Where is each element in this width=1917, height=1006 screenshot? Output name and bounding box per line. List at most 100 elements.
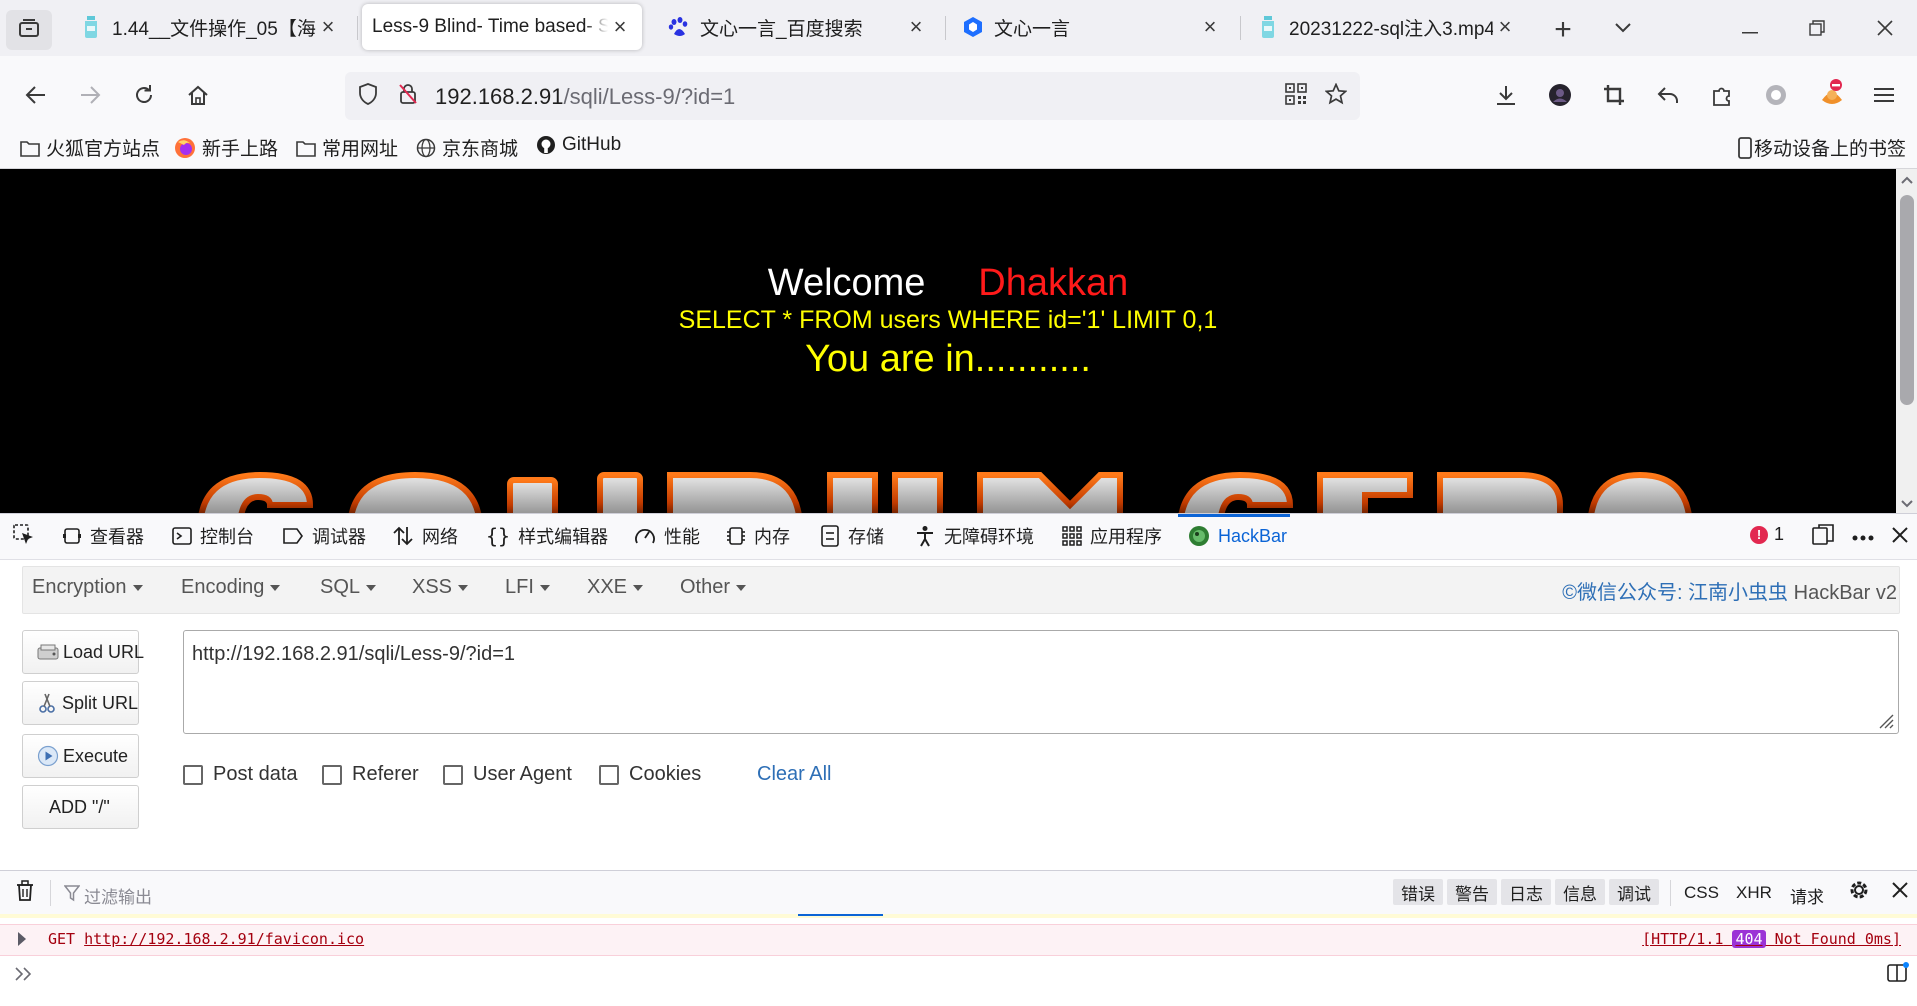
home-button[interactable]: [178, 78, 218, 116]
clear-all-link[interactable]: Clear All: [757, 763, 831, 786]
tab-4[interactable]: 文心一言 ×: [952, 4, 1232, 50]
devtools-tab-memory[interactable]: 内存: [726, 521, 790, 551]
hackbar-menu-xss[interactable]: XSS: [412, 576, 469, 599]
folder-icon: [20, 139, 40, 157]
devtools-tab-storage[interactable]: 存储: [820, 521, 884, 551]
hackbar-menu-other[interactable]: Other: [680, 576, 747, 599]
resize-grip-icon[interactable]: [1876, 711, 1894, 729]
fox-extension-button[interactable]: [1812, 74, 1852, 116]
insecure-connection-button[interactable]: [392, 80, 424, 112]
qr-code-button[interactable]: [1280, 80, 1312, 112]
tracking-protection-button[interactable]: [352, 80, 384, 112]
cookies-checkbox[interactable]: Cookies: [599, 763, 701, 786]
list-tabs-button[interactable]: [1605, 12, 1641, 48]
tab-overview-button[interactable]: [6, 10, 52, 50]
checkbox-box[interactable]: [599, 764, 619, 785]
devtools-tab-performance[interactable]: 性能: [634, 521, 700, 551]
account-button[interactable]: [1542, 78, 1578, 116]
hackbar-menu-encryption[interactable]: Encryption: [32, 576, 143, 599]
devtools-tab-style-editor[interactable]: {} 样式编辑器: [486, 521, 608, 551]
request-url-link[interactable]: http://192.168.2.91/favicon.ico: [84, 930, 364, 948]
reply-button[interactable]: [1650, 78, 1686, 116]
forward-button[interactable]: [70, 78, 110, 116]
error-status[interactable]: [HTTP/1.1 404 Not Found 0ms]: [1642, 930, 1901, 948]
filter-requests-toggle[interactable]: 请求: [1790, 883, 1824, 908]
checkbox-box[interactable]: [443, 764, 463, 785]
extension-circle-button[interactable]: [1758, 78, 1794, 116]
close-window-button[interactable]: [1865, 12, 1905, 48]
expand-caret-icon[interactable]: [18, 932, 26, 946]
user-agent-checkbox[interactable]: User Agent: [443, 763, 572, 786]
referer-checkbox[interactable]: Referer: [322, 763, 419, 786]
hackbar-menu-encoding[interactable]: Encoding: [181, 576, 281, 599]
extensions-button[interactable]: [1704, 78, 1740, 116]
minimize-button[interactable]: [1730, 12, 1770, 48]
bookmark-mobile[interactable]: 移动设备上的书签: [1738, 134, 1906, 161]
bookmark-github[interactable]: GitHub: [536, 134, 621, 156]
close-icon[interactable]: ×: [1493, 14, 1517, 40]
filter-xhr-toggle[interactable]: XHR: [1736, 883, 1772, 903]
devtools-tab-hackbar[interactable]: HackBar: [1188, 521, 1287, 551]
load-url-button[interactable]: Load URL: [22, 630, 144, 674]
hackbar-menu-lfi[interactable]: LFI: [505, 576, 550, 599]
devtools-tab-console[interactable]: 控制台: [172, 521, 254, 551]
filter-warnings-toggle[interactable]: 警告: [1447, 879, 1497, 905]
tab-1[interactable]: 1.44__文件操作_05【海量 ×: [70, 4, 350, 50]
url-text[interactable]: 192.168.2.91/sqli/Less-9/?id=1: [435, 84, 735, 110]
post-data-checkbox[interactable]: Post data: [183, 763, 298, 786]
devtools-close-button[interactable]: [1886, 522, 1914, 552]
console-settings-button[interactable]: [1844, 876, 1874, 908]
execute-button[interactable]: Execute: [22, 734, 139, 778]
back-button[interactable]: [16, 78, 56, 116]
devtools-tab-application[interactable]: 应用程序: [1062, 521, 1162, 551]
devtools-tab-network[interactable]: 网络: [392, 521, 458, 551]
bookmark-common-sites[interactable]: 常用网址: [296, 134, 398, 161]
hackbar-menu-xxe[interactable]: XXE: [587, 576, 644, 599]
filter-css-toggle[interactable]: CSS: [1684, 883, 1719, 903]
bookmark-firefox-official[interactable]: 火狐官方站点: [20, 134, 160, 161]
checkbox-box[interactable]: [183, 764, 203, 785]
reload-button[interactable]: [124, 78, 164, 116]
hackbar-menu-sql[interactable]: SQL: [320, 576, 377, 599]
close-icon[interactable]: ×: [608, 14, 632, 40]
checkbox-box[interactable]: [322, 764, 342, 785]
error-count-badge[interactable]: ! 1: [1750, 524, 1784, 545]
tab-5[interactable]: 20231222-sql注入3.mp4 ×: [1247, 4, 1527, 50]
screenshot-button[interactable]: [1596, 78, 1632, 116]
scroll-up-icon[interactable]: [1900, 172, 1914, 186]
close-icon[interactable]: ×: [1198, 14, 1222, 40]
new-tab-button[interactable]: +: [1545, 12, 1581, 48]
close-icon[interactable]: ×: [316, 14, 340, 40]
clear-console-button[interactable]: [10, 878, 40, 908]
split-url-button[interactable]: Split URL: [22, 681, 139, 725]
devtools-tab-debugger[interactable]: 调试器: [282, 521, 366, 551]
element-picker-button[interactable]: [8, 522, 40, 552]
app-menu-button[interactable]: [1866, 78, 1902, 116]
filter-output-input[interactable]: 过滤输出: [84, 883, 152, 908]
bookmark-getting-started[interactable]: 新手上路: [174, 134, 278, 161]
restore-button[interactable]: [1797, 12, 1837, 48]
filter-logs-toggle[interactable]: 日志: [1501, 879, 1551, 905]
close-icon[interactable]: ×: [904, 14, 928, 40]
console-input[interactable]: [0, 956, 1917, 1006]
bookmark-jd[interactable]: 京东商城: [416, 134, 518, 161]
scissors-icon: [37, 692, 58, 714]
editor-mode-button[interactable]: [1884, 960, 1912, 988]
dock-toggle-button[interactable]: [1808, 522, 1838, 552]
downloads-button[interactable]: [1488, 78, 1524, 116]
filter-debug-toggle[interactable]: 调试: [1609, 879, 1659, 905]
checkbox-label: Post data: [213, 763, 298, 785]
scroll-down-icon[interactable]: [1900, 496, 1914, 510]
filter-info-toggle[interactable]: 信息: [1555, 879, 1605, 905]
filter-errors-toggle[interactable]: 错误: [1393, 879, 1443, 905]
page-scrollbar-thumb[interactable]: [1900, 195, 1914, 405]
add-slash-button[interactable]: ADD "/": [22, 785, 139, 829]
tab-2-active[interactable]: Less-9 Blind- Time based- S ×: [362, 4, 642, 50]
bookmark-star-button[interactable]: [1320, 80, 1352, 112]
close-split-console-button[interactable]: [1886, 876, 1914, 908]
devtools-tab-inspector[interactable]: 查看器: [62, 521, 144, 551]
devtools-tab-accessibility[interactable]: 无障碍环境: [914, 521, 1034, 551]
tab-3[interactable]: 文心一言_百度搜索 ×: [658, 4, 938, 50]
hackbar-url-textarea[interactable]: http://192.168.2.91/sqli/Less-9/?id=1: [183, 630, 1899, 734]
devtools-more-button[interactable]: [1848, 522, 1878, 552]
